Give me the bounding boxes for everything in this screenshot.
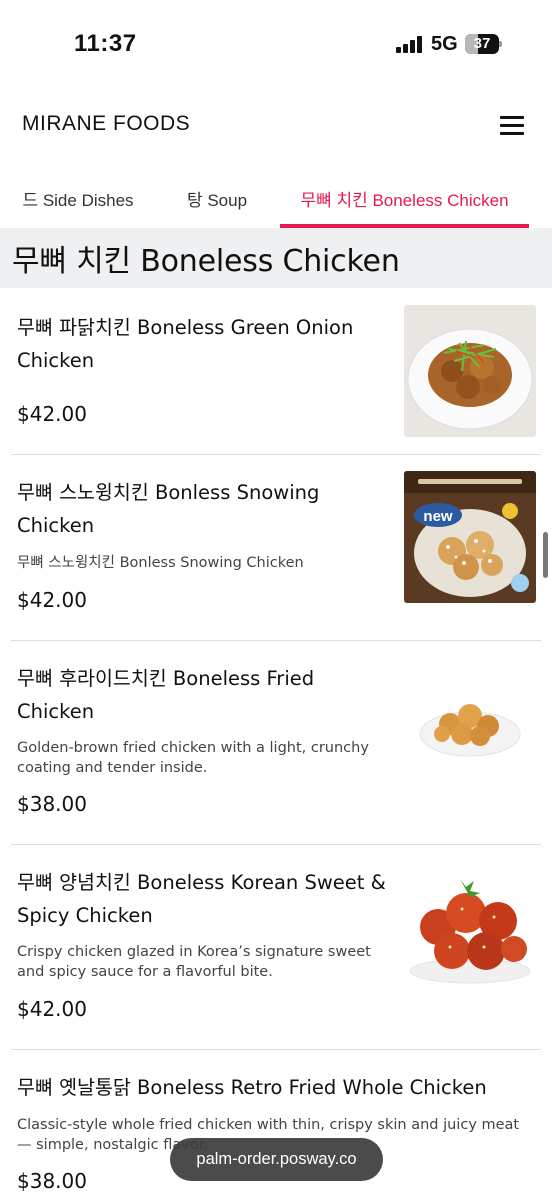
status-time: 11:37 (74, 30, 137, 57)
url-bar[interactable]: palm-order.posway.co (170, 1138, 383, 1181)
hamburger-menu-icon[interactable] (497, 113, 527, 137)
tab-label: 무뼈 치킨 Boneless Chicken (300, 191, 509, 210)
item-description: 무뼈 스노윙치킨 Bonless Snowing Chicken (17, 555, 304, 571)
tab-label: 탕 Soup (186, 191, 248, 210)
battery-icon: 37 (465, 34, 502, 54)
fried-chicken-image[interactable] (404, 672, 536, 804)
item-description: Crispy chicken glazed in Korea’s signatu… (17, 944, 371, 980)
cellular-signal-icon (396, 36, 424, 53)
item-price: $42.00 (17, 588, 87, 612)
item-title: 무뼈 후라이드치킨 Boneless Fried Chicken (17, 667, 315, 723)
item-price: $38.00 (17, 792, 87, 816)
menu-item[interactable]: 무뼈 파닭치킨 Boneless Green Onion Chicken $42… (11, 289, 541, 455)
menu-item[interactable]: 무뼈 후라이드치킨 Boneless Fried Chicken Golden-… (11, 641, 541, 845)
item-title: 무뼈 파닭치킨 Boneless Green Onion Chicken (17, 316, 354, 372)
item-title: 무뼈 양념치킨 Boneless Korean Sweet & Spicy Ch… (17, 871, 386, 927)
status-bar: 11:37 5G 37 (0, 0, 552, 90)
green-onion-chicken-image[interactable] (404, 305, 536, 437)
category-tabs: 드 Side Dishes 탕 Soup 무뼈 치킨 Boneless Chic… (0, 172, 552, 228)
item-price: $42.00 (17, 402, 87, 426)
item-description: Golden-brown fried chicken with a light,… (17, 740, 369, 776)
menu-item[interactable]: 무뼈 양념치킨 Boneless Korean Sweet & Spicy Ch… (11, 845, 541, 1050)
image-badge-text: new (423, 508, 453, 525)
tab-soup[interactable]: 탕 Soup (176, 172, 258, 228)
item-price: $38.00 (17, 1169, 87, 1193)
network-type: 5G (431, 33, 458, 55)
tab-side-dishes[interactable]: 드 Side Dishes (12, 172, 144, 228)
app-header: MIRANE FOODS (0, 95, 552, 155)
page-scrollbar[interactable] (543, 532, 548, 578)
brand-name[interactable]: MIRANE FOODS (22, 112, 190, 136)
section-header: 무뼈 치킨 Boneless Chicken (0, 228, 552, 288)
battery-percent: 37 (473, 35, 491, 52)
item-title: 무뼈 옛날통닭 Boneless Retro Fried Whole Chick… (17, 1076, 487, 1099)
section-title: 무뼈 치킨 Boneless Chicken (12, 244, 400, 279)
sweet-spicy-chicken-image[interactable] (404, 861, 536, 993)
item-price: $42.00 (17, 997, 87, 1021)
item-title: 무뼈 스노윙치킨 Bonless Snowing Chicken (17, 481, 320, 537)
menu-item[interactable]: 무뼈 스노윙치킨 Bonless Snowing Chicken 무뼈 스노윙치… (11, 455, 541, 641)
snowing-chicken-image[interactable]: new (404, 471, 536, 603)
tab-boneless-chicken[interactable]: 무뼈 치킨 Boneless Chicken (280, 172, 529, 228)
tab-label: 드 Side Dishes (22, 191, 134, 210)
